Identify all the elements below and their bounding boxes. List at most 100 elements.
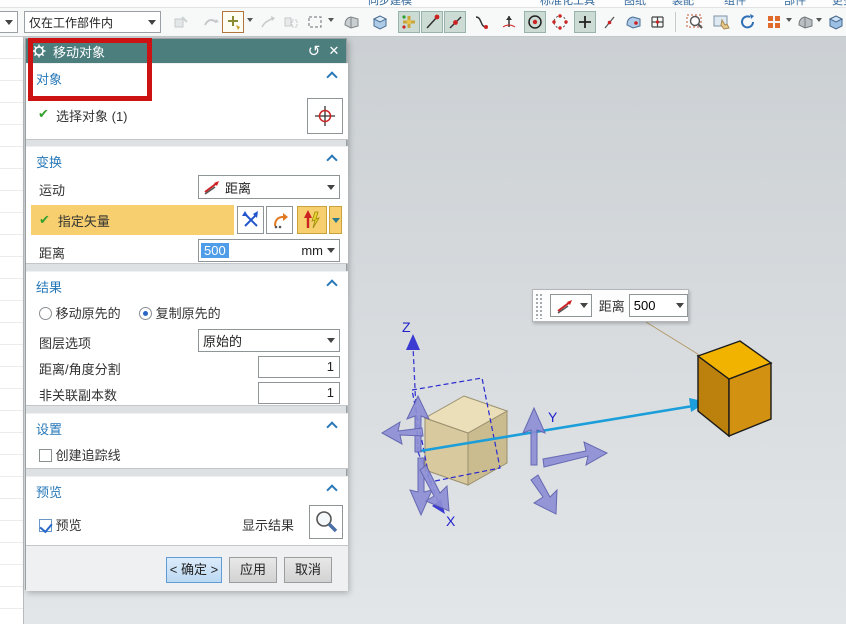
dialog-titlebar[interactable]: 移动对象 ↺ ✕ xyxy=(26,39,346,63)
reset-button[interactable]: ↺ xyxy=(304,42,324,60)
z-axis-arrowhead xyxy=(406,334,420,350)
copy-original-radio[interactable]: 复制原先的 xyxy=(139,303,221,322)
face-point-snap-icon[interactable] xyxy=(622,11,644,33)
move-component-icon[interactable] xyxy=(200,11,222,33)
layer-option-dropdown[interactable]: 原始的 xyxy=(198,329,340,352)
gear-icon xyxy=(32,44,46,58)
distance-input[interactable]: 500 mm xyxy=(198,239,340,262)
show-result-button[interactable] xyxy=(309,505,343,539)
application-window: 同步建模 标准化工具 图纸 装配 组件 部件 更多 仅在工作部件内 xyxy=(0,0,846,624)
show-result-label: 显示结果 xyxy=(242,518,295,533)
resource-bar-strip[interactable] xyxy=(0,37,24,624)
vector-dialog-icon xyxy=(241,211,258,227)
distance-label: 距离 xyxy=(39,246,66,261)
specify-vector-label: 指定矢量 xyxy=(57,213,110,229)
show-body-icon[interactable] xyxy=(824,11,846,33)
settings-collapse-chevron-icon[interactable] xyxy=(326,421,338,433)
layer-option-label: 图层选项 xyxy=(39,336,92,351)
point-dialog-button[interactable] xyxy=(307,98,343,134)
vector-method-dropdown[interactable] xyxy=(549,294,592,317)
mini-distance-value: 500 xyxy=(633,298,656,313)
snap-handles-icon[interactable] xyxy=(398,11,420,33)
mini-distance-input[interactable]: 500 xyxy=(628,294,688,317)
ribbon-group-label: 组件 xyxy=(724,0,746,7)
render-style-dropdown-arrow[interactable] xyxy=(816,18,822,22)
render-style-icon[interactable] xyxy=(794,11,816,33)
handle-down-mid[interactable] xyxy=(530,474,558,515)
move-original-radio[interactable]: 移动原先的 xyxy=(39,303,121,322)
preview-checkbox[interactable]: 预览 xyxy=(39,515,82,534)
endpoint-snap-icon[interactable] xyxy=(421,11,443,33)
leader-line xyxy=(645,321,702,357)
face-rule-icon[interactable] xyxy=(340,11,362,33)
motion-label: 运动 xyxy=(39,183,66,198)
traceline-checkbox[interactable]: 创建追踪线 xyxy=(39,445,121,464)
move-face-dropdown-arrow[interactable] xyxy=(247,18,253,22)
distance-unit: mm xyxy=(301,243,323,258)
cancel-button[interactable]: 取消 xyxy=(284,557,332,583)
ok-button[interactable]: < 确定 > xyxy=(166,557,222,583)
tangent-snap-icon[interactable] xyxy=(498,11,520,33)
division-input[interactable]: 1 xyxy=(258,356,340,378)
z-axis-label: Z xyxy=(402,319,411,335)
assembly-constraints-icon[interactable] xyxy=(170,11,192,33)
check-icon: ✔ xyxy=(38,106,49,121)
dialog-title: 移动对象 xyxy=(53,44,106,60)
distance-vector-icon xyxy=(204,181,219,195)
perspective-icon[interactable] xyxy=(763,11,785,33)
source-cube[interactable] xyxy=(423,395,509,486)
magnifier-icon xyxy=(316,511,338,533)
copies-input[interactable]: 1 xyxy=(258,382,340,404)
y-axis-label: Y xyxy=(548,409,558,425)
handle-right-mid[interactable] xyxy=(542,441,609,468)
inferred-vector-button[interactable] xyxy=(297,206,327,234)
result-collapse-chevron-icon[interactable] xyxy=(326,279,338,291)
perspective-dropdown-arrow[interactable] xyxy=(786,18,792,22)
close-button[interactable]: ✕ xyxy=(324,43,344,59)
rotate-icon[interactable] xyxy=(737,11,759,33)
drag-handle[interactable] xyxy=(535,292,544,319)
zoom-icon[interactable] xyxy=(684,11,706,33)
reverse-direction-button[interactable] xyxy=(266,206,293,234)
preview-collapse-chevron-icon[interactable] xyxy=(326,484,338,496)
selection-scope-dropdown[interactable]: 仅在工作部件内 xyxy=(24,11,161,33)
midpoint-snap-icon[interactable] xyxy=(444,11,466,33)
motion-value: 距离 xyxy=(225,180,252,196)
preview-cube[interactable] xyxy=(696,340,773,438)
vector-dialog-button[interactable] xyxy=(237,206,264,234)
body-select-icon[interactable] xyxy=(368,11,390,33)
x-axis-label: X xyxy=(446,513,456,529)
quadrant-snap-icon[interactable] xyxy=(549,11,571,33)
inferred-vector-icon xyxy=(304,210,320,229)
point-on-curve-snap-icon[interactable] xyxy=(470,11,492,33)
handle-up-mid[interactable] xyxy=(522,406,546,466)
grid-point-snap-icon[interactable] xyxy=(646,11,668,33)
result-section: 结果 移动原先的 复制原先的 图层选项 原始的 距离/角度分割 1 非关联副本数… xyxy=(26,271,348,406)
specify-vector-row[interactable]: ✔ 指定矢量 xyxy=(31,205,234,235)
select-object-label[interactable]: 选择对象 (1) xyxy=(56,106,128,125)
object-collapse-chevron-icon[interactable] xyxy=(326,71,338,83)
pan-icon[interactable] xyxy=(711,11,733,33)
rectangle-select-dropdown-arrow[interactable] xyxy=(328,18,334,22)
partial-combo[interactable] xyxy=(0,11,18,33)
rectangle-select-icon[interactable] xyxy=(304,11,326,33)
transform-section: 变换 运动 距离 ✔ 指定矢量 距离 500 mm xyxy=(26,146,348,264)
apply-button[interactable]: 应用 xyxy=(229,557,277,583)
transform-section-title: 变换 xyxy=(36,155,63,170)
3d-scene: Z X Y xyxy=(381,319,773,529)
pattern-feature-icon[interactable] xyxy=(256,11,278,33)
selection-toolbar: 仅在工作部件内 xyxy=(0,8,846,37)
reverse-direction-icon xyxy=(273,213,288,229)
ribbon-group-label: 图纸 xyxy=(624,0,646,7)
transform-collapse-chevron-icon[interactable] xyxy=(326,154,338,166)
motion-dropdown[interactable]: 距离 xyxy=(198,175,340,199)
point-on-line-snap-icon[interactable] xyxy=(598,11,620,33)
ribbon-strip: 同步建模 标准化工具 图纸 装配 组件 部件 更多 xyxy=(0,0,846,8)
move-face-icon[interactable] xyxy=(222,11,244,33)
point-snap-icon[interactable] xyxy=(574,11,596,33)
ribbon-group-label: 同步建模 xyxy=(368,0,412,7)
ribbon-group-label: 部件 xyxy=(784,0,806,7)
vector-dropdown-arrow[interactable] xyxy=(329,206,342,234)
circle-center-snap-icon[interactable] xyxy=(524,11,546,33)
mirror-feature-icon[interactable] xyxy=(280,11,302,33)
